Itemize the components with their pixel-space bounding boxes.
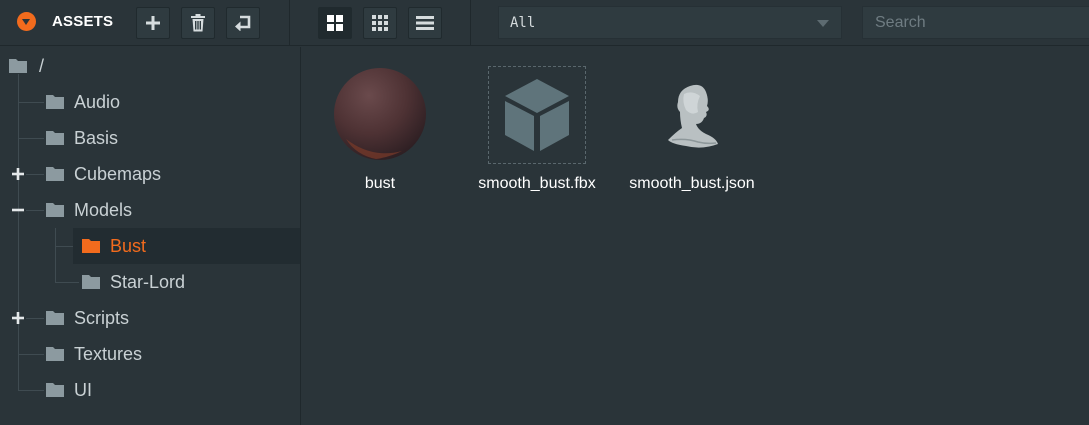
grid-view-large-button[interactable] xyxy=(318,7,352,39)
tree-item-label: Models xyxy=(74,199,133,220)
asset-name: smooth_bust.json xyxy=(629,175,755,192)
tree-item-label: Scripts xyxy=(74,307,130,328)
plus-icon xyxy=(12,312,24,324)
tree-item-textures[interactable]: Textures xyxy=(46,336,142,372)
tree-item-scripts[interactable]: Scripts xyxy=(46,300,129,336)
folder-tree: / Audio Basis Cubemaps Models Bust Star-… xyxy=(0,47,301,425)
tree-item-cubemaps[interactable]: Cubemaps xyxy=(46,156,161,192)
delete-asset-button[interactable] xyxy=(181,7,215,39)
folder-icon xyxy=(82,275,100,289)
minus-icon xyxy=(12,208,24,212)
tree-item-label: Textures xyxy=(74,343,143,364)
filter-value: All xyxy=(510,15,536,31)
asset-item[interactable]: smooth_bust.json xyxy=(622,47,762,192)
folder-icon xyxy=(46,131,64,145)
tree-item-audio[interactable]: Audio xyxy=(46,84,120,120)
tree-root-label: / xyxy=(39,55,45,76)
asset-name: bust xyxy=(364,175,396,192)
list-view-button[interactable] xyxy=(408,7,442,39)
tree-item-star-lord[interactable]: Star-Lord xyxy=(82,264,185,300)
trash-icon xyxy=(191,14,205,32)
folder-icon xyxy=(46,167,64,181)
tree-item-label: Cubemaps xyxy=(74,163,162,184)
asset-item[interactable]: bust xyxy=(310,47,450,192)
tree-item-label: Bust xyxy=(110,235,147,256)
folder-icon xyxy=(9,59,27,73)
expand-scripts-button[interactable] xyxy=(11,311,25,325)
asset-type-filter[interactable]: All xyxy=(498,6,842,39)
plus-icon xyxy=(12,168,24,180)
asset-name: smooth_bust.fbx xyxy=(478,175,596,192)
tree-item-models[interactable]: Models xyxy=(46,192,132,228)
add-asset-button[interactable] xyxy=(136,7,170,39)
small-grid-icon xyxy=(372,15,388,31)
tree-item-label: Basis xyxy=(74,127,119,148)
grid-view-small-button[interactable] xyxy=(363,7,397,39)
collapse-panel-button[interactable] xyxy=(17,12,36,31)
tree-item-label: Star-Lord xyxy=(110,271,186,292)
tree-item-bust[interactable]: Bust xyxy=(73,228,300,264)
plus-icon xyxy=(146,16,160,30)
folder-icon xyxy=(46,311,64,325)
asset-grid: bust smooth_bust.fbx smooth_bust.json xyxy=(302,47,1089,425)
model-cube-icon xyxy=(488,66,586,164)
chevron-down-icon xyxy=(817,20,829,27)
folder-icon xyxy=(46,95,64,109)
return-arrow-icon xyxy=(235,15,251,31)
bust-preview-icon xyxy=(644,67,740,163)
asset-item[interactable]: smooth_bust.fbx xyxy=(467,47,607,192)
folder-open-icon xyxy=(82,239,100,253)
tree-item-label: Audio xyxy=(74,91,121,112)
move-up-button[interactable] xyxy=(226,7,260,39)
tree-item-basis[interactable]: Basis xyxy=(46,120,118,156)
list-icon xyxy=(416,16,434,30)
material-sphere-icon xyxy=(332,67,428,163)
collapse-models-button[interactable] xyxy=(11,203,25,217)
tree-root[interactable]: / xyxy=(9,48,44,84)
assets-toolbar: ASSETS All Search xyxy=(0,0,1089,46)
tree-item-ui[interactable]: UI xyxy=(46,372,92,408)
folder-icon xyxy=(46,347,64,361)
large-grid-icon xyxy=(327,15,343,31)
expand-cubemaps-button[interactable] xyxy=(11,167,25,181)
folder-icon xyxy=(46,383,64,397)
tree-item-label: UI xyxy=(74,379,92,400)
search-input[interactable] xyxy=(862,6,1089,39)
folder-icon xyxy=(46,203,64,217)
panel-title: ASSETS xyxy=(52,13,114,30)
